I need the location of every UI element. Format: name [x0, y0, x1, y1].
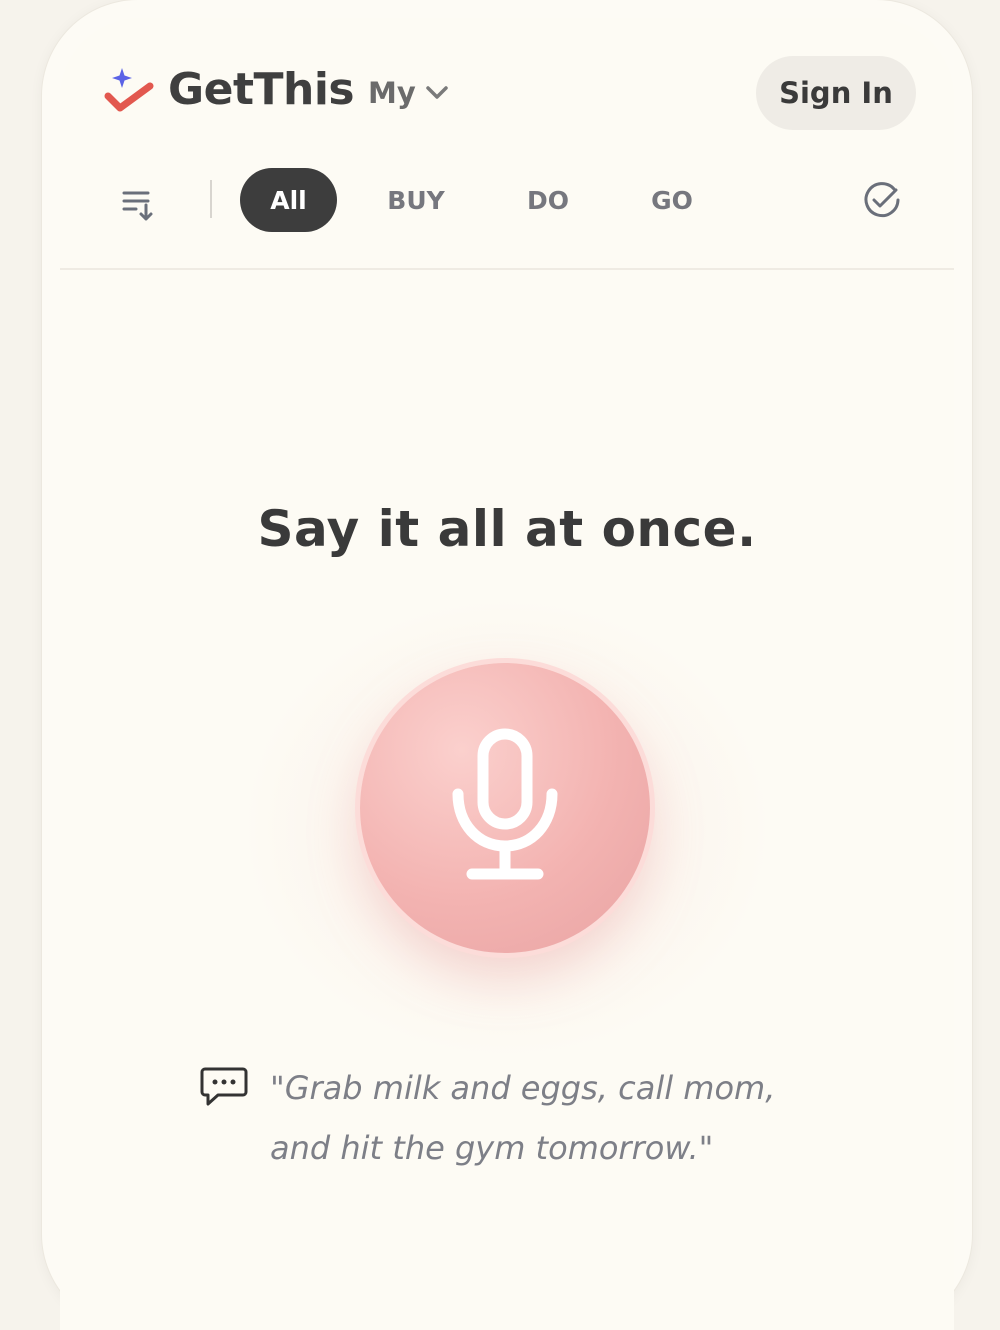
- check-sparkle-icon: [104, 68, 154, 112]
- brand-name: GetThis: [168, 64, 355, 115]
- sign-in-button[interactable]: Sign In: [756, 56, 916, 130]
- chat-bubble-icon: [200, 1067, 248, 1106]
- example-quote: "Grab milk and eggs, call mom, and hit t…: [270, 1058, 890, 1178]
- microphone-icon: [452, 728, 558, 880]
- tab-do[interactable]: DO: [508, 168, 588, 232]
- example-quote-line-1: "Grab milk and eggs, call mom,: [270, 1069, 776, 1107]
- microphone-button[interactable]: [360, 663, 650, 953]
- app-screen: GetThis My Sign In All BUY DO GO Say it …: [60, 18, 954, 1330]
- check-circle-icon[interactable]: [862, 180, 902, 220]
- phone-frame: GetThis My Sign In All BUY DO GO Say it …: [42, 0, 972, 1330]
- app-header: GetThis My Sign In: [60, 18, 954, 158]
- chevron-down-icon: [424, 84, 450, 102]
- example-quote-line-2: and hit the gym tomorrow.": [270, 1129, 714, 1167]
- sort-list-icon[interactable]: [120, 183, 160, 223]
- tab-all[interactable]: All: [240, 168, 337, 232]
- list-selector-label: My: [368, 76, 416, 110]
- tab-go[interactable]: GO: [632, 168, 712, 232]
- tab-buy[interactable]: BUY: [370, 168, 462, 232]
- headline: Say it all at once.: [257, 500, 757, 558]
- filter-bar: All BUY DO GO: [60, 158, 954, 270]
- list-selector-dropdown[interactable]: My: [368, 76, 450, 110]
- filter-divider: [210, 180, 212, 218]
